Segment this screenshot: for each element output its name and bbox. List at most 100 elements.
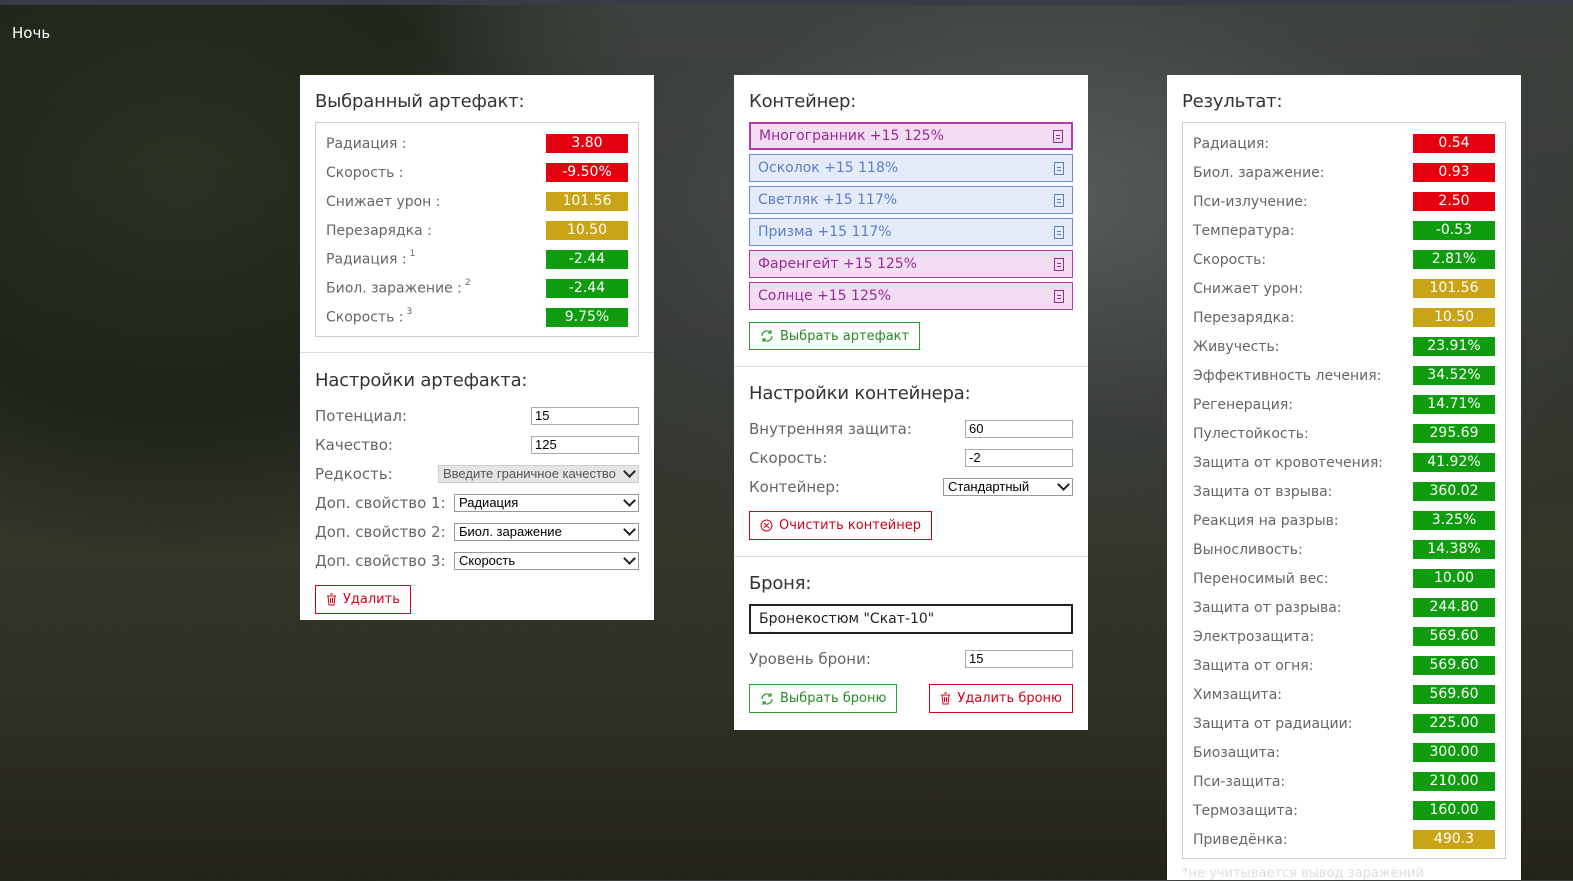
artifact-stat-label: Скорость : xyxy=(326,164,404,181)
document-icon[interactable] xyxy=(1054,193,1064,207)
result-stat-value: 0.93 xyxy=(1413,163,1495,182)
container-type-value: Стандартный xyxy=(948,479,1030,494)
result-stat-label: Реакция на разрыв: xyxy=(1193,512,1339,529)
result-stat-label: Химзащита: xyxy=(1193,686,1283,703)
container-type-label: Контейнер: xyxy=(749,477,840,496)
result-stat-value: 210.00 xyxy=(1413,772,1495,791)
result-stat-row: Эффективность лечения: 34.52% xyxy=(1193,361,1495,390)
result-stat-value: 360.02 xyxy=(1413,482,1495,501)
artifact-stat-row: Радиация : 3.80 xyxy=(326,129,628,158)
rarity-select[interactable]: Введите граничное качество xyxy=(438,464,639,483)
extra1-row: Доп. свойство 1: Радиация xyxy=(315,488,639,517)
document-icon[interactable] xyxy=(1054,257,1064,271)
result-stat-value: 101.56 xyxy=(1413,279,1495,298)
artifact-stat-row: Перезарядка : 10.50 xyxy=(326,216,628,245)
result-stat-value: 569.60 xyxy=(1413,685,1495,704)
potential-input[interactable] xyxy=(531,406,639,425)
refresh-icon xyxy=(761,330,773,342)
rarity-label: Редкость: xyxy=(315,464,393,483)
result-stat-row: Регенерация: 14.71% xyxy=(1193,390,1495,419)
day-night-mode-label[interactable]: Ночь xyxy=(12,24,50,42)
result-stat-row: Защита от радиации: 225.00 xyxy=(1193,709,1495,738)
result-panel: Результат: Радиация: 0.54 Биол. заражени… xyxy=(1167,75,1521,880)
extra2-select[interactable]: Биол. заражение xyxy=(454,522,639,541)
chevron-down-icon xyxy=(1057,478,1070,491)
artifact-stat-value: 10.50 xyxy=(546,221,628,240)
container-artifact-label: Светляк +15 117% xyxy=(758,192,898,208)
chevron-down-icon xyxy=(623,523,636,536)
artifact-stat-label: Скорость :3 xyxy=(326,307,413,326)
container-speed-label: Скорость: xyxy=(749,448,828,467)
artifact-stat-label: Перезарядка : xyxy=(326,222,432,239)
container-artifact-label: Призма +15 117% xyxy=(758,224,892,240)
artifact-stat-value: 101.56 xyxy=(546,192,628,211)
inner-protection-input[interactable] xyxy=(965,419,1073,438)
result-stat-label: Температура: xyxy=(1193,222,1295,239)
chevron-down-icon xyxy=(623,465,636,478)
result-stat-row: Пси-защита: 210.00 xyxy=(1193,767,1495,796)
result-stat-row: Биол. заражение: 0.93 xyxy=(1193,158,1495,187)
container-artifact-label: Фаренгейт +15 125% xyxy=(758,256,917,272)
result-stat-label: Биозащита: xyxy=(1193,744,1281,761)
result-stat-value: 569.60 xyxy=(1413,656,1495,675)
quality-input[interactable] xyxy=(531,435,639,454)
result-stat-label: Термозащита: xyxy=(1193,802,1298,819)
container-artifact-item[interactable]: Фаренгейт +15 125% xyxy=(749,250,1073,278)
delete-artifact-button[interactable]: Удалить xyxy=(315,585,411,614)
result-stat-row: Температура: -0.53 xyxy=(1193,216,1495,245)
result-stat-row: Термозащита: 160.00 xyxy=(1193,796,1495,825)
choose-armor-label: Выбрать броню xyxy=(780,691,887,706)
result-stat-label: Радиация: xyxy=(1193,135,1270,152)
result-stat-value: 0.54 xyxy=(1413,134,1495,153)
result-stat-label: Переносимый вес: xyxy=(1193,570,1329,587)
armor-level-label: Уровень брони: xyxy=(749,649,871,668)
document-icon[interactable] xyxy=(1054,161,1064,175)
choose-armor-button[interactable]: Выбрать броню xyxy=(749,684,898,713)
result-stat-label: Эффективность лечения: xyxy=(1193,367,1382,384)
container-artifact-item[interactable]: Многогранник +15 125% xyxy=(749,122,1073,150)
document-icon[interactable] xyxy=(1054,225,1064,239)
container-type-select[interactable]: Стандартный xyxy=(943,477,1073,496)
result-stat-row: Пулестойкость: 295.69 xyxy=(1193,419,1495,448)
choose-artifact-button[interactable]: Выбрать артефакт xyxy=(749,322,921,350)
chevron-down-icon xyxy=(623,552,636,565)
result-stat-label: Защита от разрыва: xyxy=(1193,599,1342,616)
quality-label: Качество: xyxy=(315,435,393,454)
container-artifact-label: Осколок +15 118% xyxy=(758,160,899,176)
extra3-select[interactable]: Скорость xyxy=(454,551,639,570)
extra1-select-value: Радиация xyxy=(459,495,519,510)
delete-armor-button[interactable]: Удалить броню xyxy=(929,684,1073,713)
result-stat-row: Защита от огня: 569.60 xyxy=(1193,651,1495,680)
artifact-stat-row: Снижает урон : 101.56 xyxy=(326,187,628,216)
document-icon[interactable] xyxy=(1053,129,1063,143)
container-artifact-item[interactable]: Светляк +15 117% xyxy=(749,186,1073,214)
result-stat-row: Приведёнка: 490.3 xyxy=(1193,825,1495,854)
container-artifact-item[interactable]: Призма +15 117% xyxy=(749,218,1073,246)
extra2-row: Доп. свойство 2: Биол. заражение xyxy=(315,517,639,546)
container-title: Контейнер: xyxy=(749,91,857,112)
armor-level-input[interactable] xyxy=(965,649,1073,668)
container-speed-input[interactable] xyxy=(965,448,1073,467)
inner-protection-row: Внутренняя защита: xyxy=(749,414,1073,443)
result-stat-row: Пси-излучение: 2.50 xyxy=(1193,187,1495,216)
result-stat-label: Живучесть: xyxy=(1193,338,1280,355)
trash-icon xyxy=(941,692,951,705)
artifact-stat-value: -9.50% xyxy=(546,163,628,182)
inner-protection-label: Внутренняя защита: xyxy=(749,419,912,438)
choose-artifact-label: Выбрать артефакт xyxy=(780,328,910,344)
document-icon[interactable] xyxy=(1054,289,1064,303)
artifact-stat-label: Радиация :1 xyxy=(326,249,416,268)
artifact-stat-label: Снижает урон : xyxy=(326,193,441,210)
artifact-stat-value: -2.44 xyxy=(546,279,628,298)
container-artifact-item[interactable]: Осколок +15 118% xyxy=(749,154,1073,182)
artifact-panel: Выбранный артефакт: Радиация : 3.80 Скор… xyxy=(300,75,654,620)
armor-name-field[interactable]: Бронекостюм "Скат-10" xyxy=(749,604,1073,634)
delete-artifact-label: Удалить xyxy=(343,592,400,607)
clear-container-button[interactable]: Очистить контейнер xyxy=(749,511,932,540)
extra1-select[interactable]: Радиация xyxy=(454,493,639,512)
extra3-row: Доп. свойство 3: Скорость xyxy=(315,546,639,575)
container-artifact-item[interactable]: Солнце +15 125% xyxy=(749,282,1073,310)
extra3-select-value: Скорость xyxy=(459,553,516,568)
result-stat-value: 10.50 xyxy=(1413,308,1495,327)
potential-row: Потенциал: xyxy=(315,401,639,430)
